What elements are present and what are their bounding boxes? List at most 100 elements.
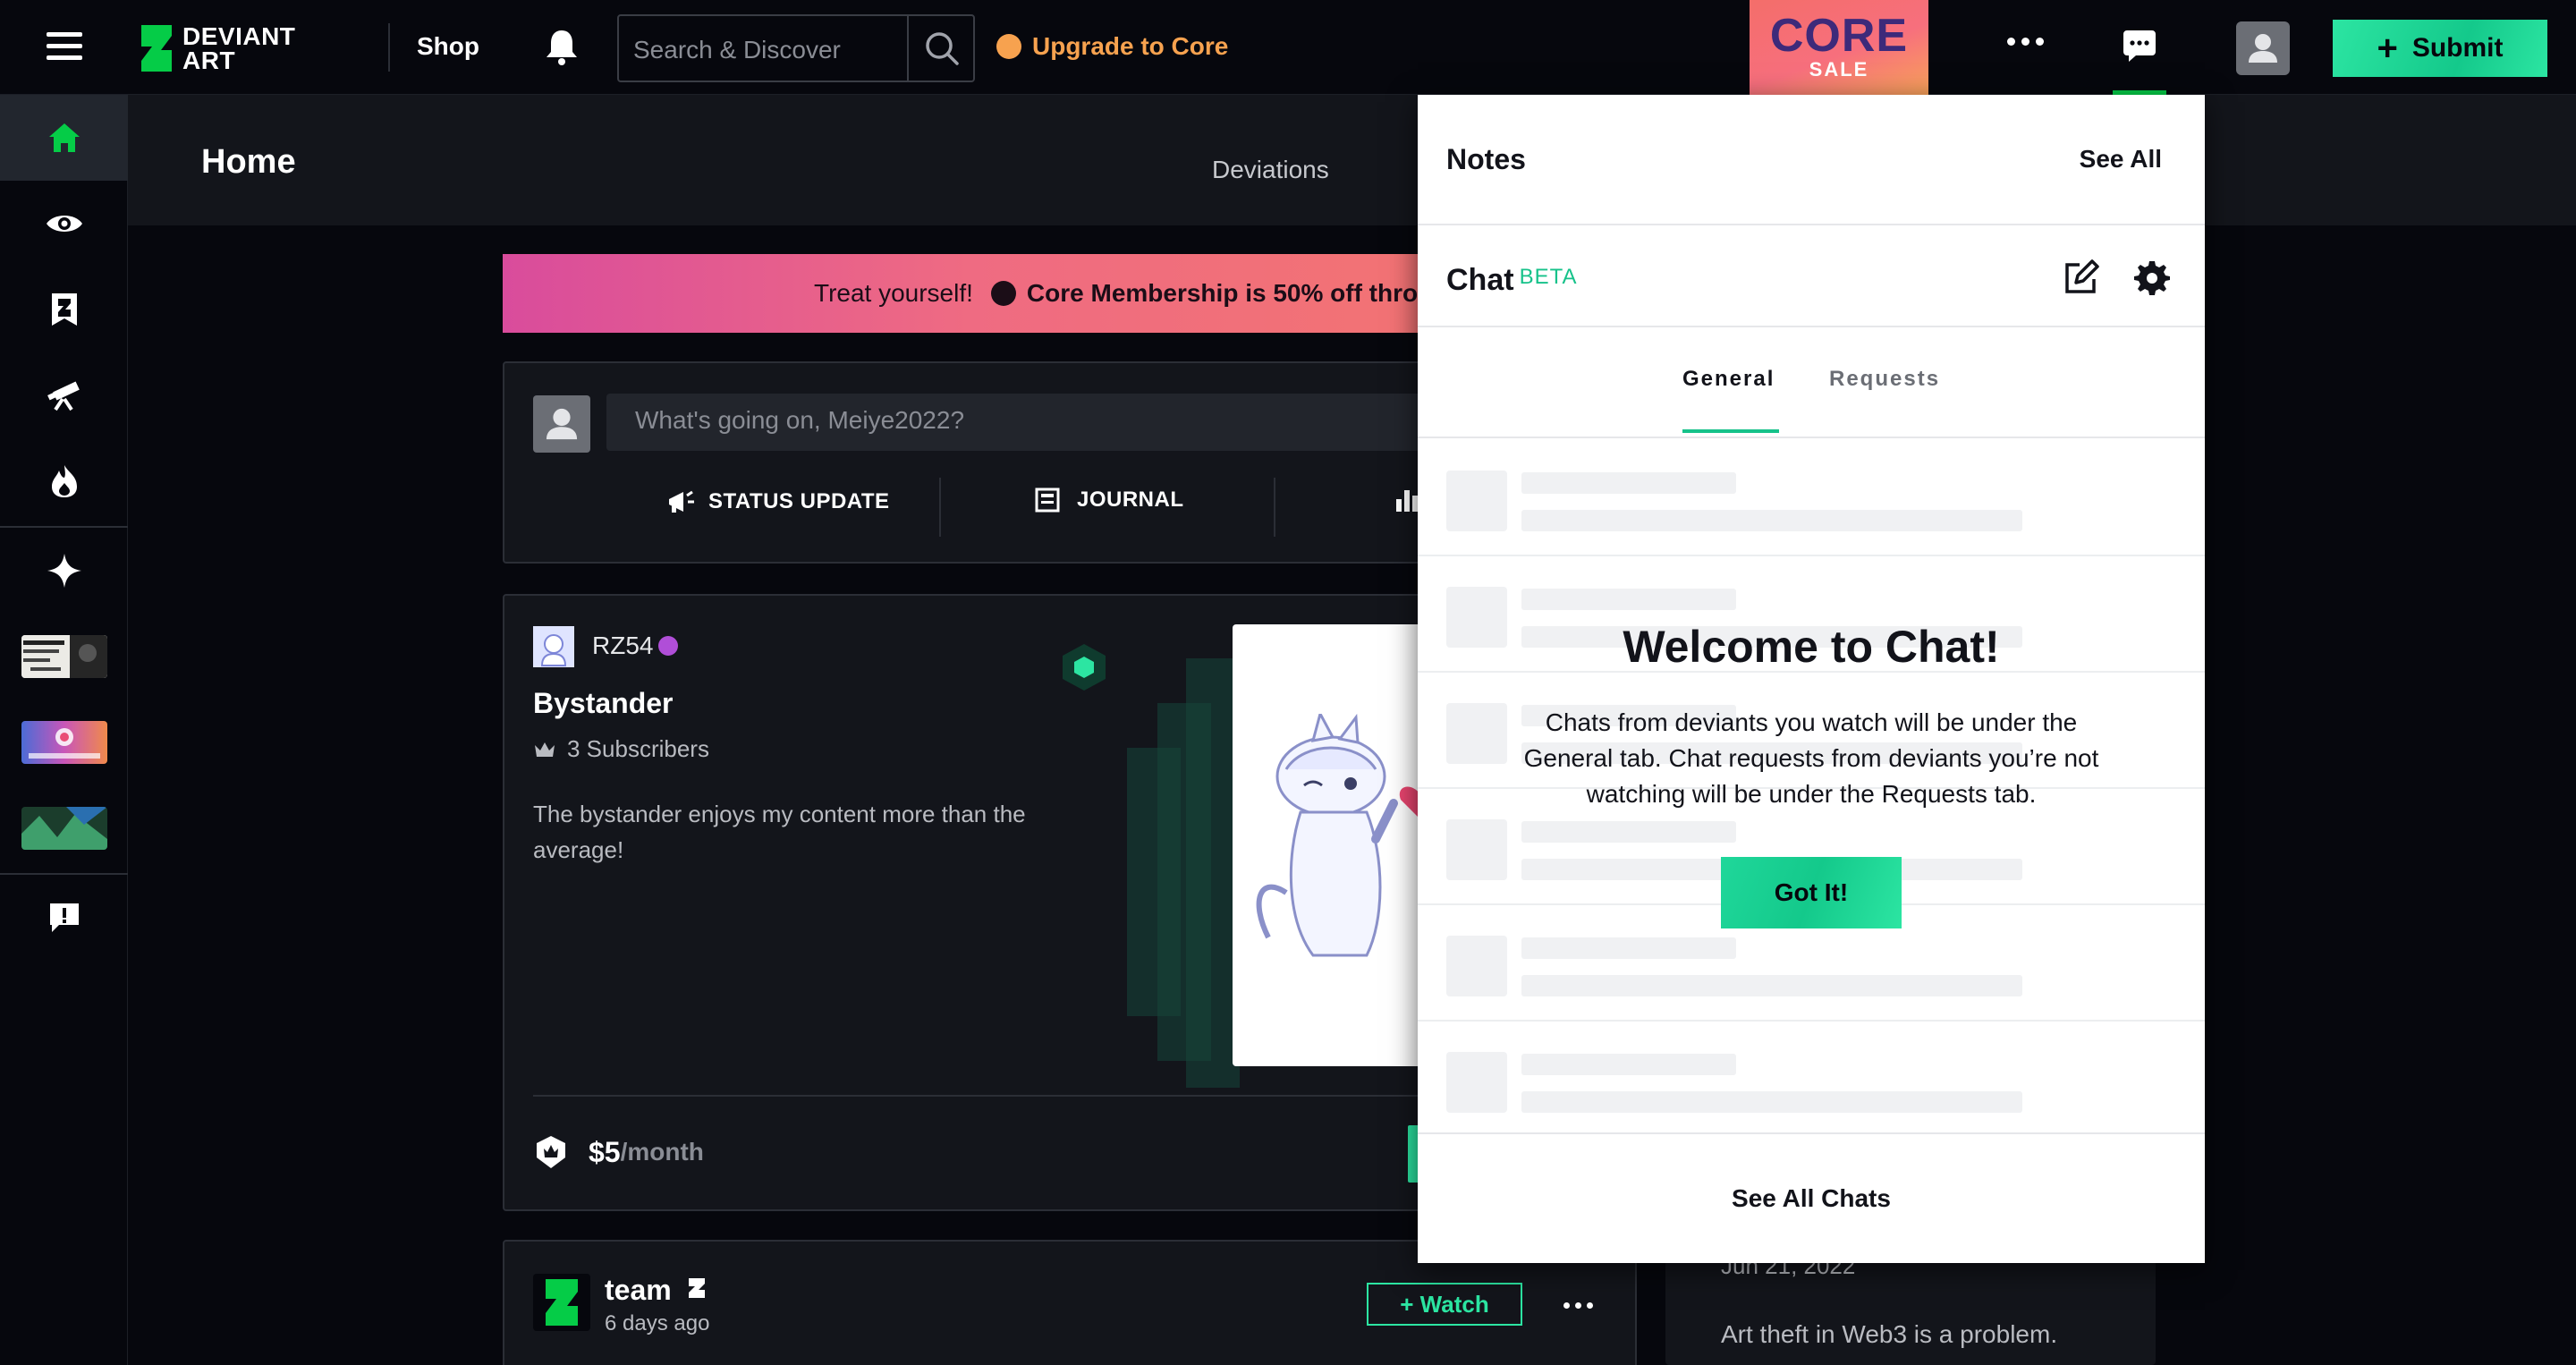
poll-button[interactable] — [1394, 487, 1420, 513]
group-thumb-3[interactable] — [21, 807, 107, 850]
price-period: /month — [620, 1138, 704, 1166]
left-sidebar — [0, 95, 128, 1365]
topbar-divider — [388, 23, 390, 72]
team-avatar[interactable] — [533, 1274, 590, 1331]
subscriber-count: 3 Subscribers — [567, 735, 709, 762]
logo-text-line1: DEVIANT — [182, 22, 296, 50]
hexagon-badge-icon — [1063, 644, 1106, 691]
got-it-button[interactable]: Got It! — [1721, 857, 1902, 928]
group-thumb-1-image — [21, 635, 107, 678]
telescope-icon — [47, 381, 80, 411]
core-sale-title: CORE — [1769, 10, 1909, 62]
promo-offer: Core Membership is 50% off throu — [1026, 279, 1434, 307]
feedback-icon — [49, 903, 79, 932]
journal-label: JOURNAL — [1077, 488, 1184, 512]
sidebar-item-popular[interactable] — [0, 438, 128, 524]
chat-button[interactable] — [2113, 18, 2166, 95]
chat-skeleton-row — [1418, 1022, 2205, 1138]
tab-deviations[interactable]: Deviations — [1212, 156, 1329, 184]
flame-icon — [51, 465, 77, 497]
tier-description: The bystander enjoys my content more tha… — [533, 801, 1026, 863]
tab-requests[interactable]: Requests — [1829, 367, 1940, 392]
article-excerpt[interactable]: Art theft in Web3 is a problem. — [1721, 1315, 2150, 1354]
right-column-card: Jun 21, 2022 Art theft in Web3 is a prob… — [1665, 1252, 2156, 1365]
hamburger-menu-icon[interactable] — [47, 32, 82, 63]
sidebar-item-home[interactable] — [0, 95, 128, 181]
tab-general[interactable]: General — [1682, 367, 1775, 392]
subscription-shield-icon — [537, 1136, 565, 1168]
logo-text-line2: ART — [182, 47, 236, 74]
sidebar-item-feedback[interactable] — [0, 875, 128, 961]
bar-chart-icon — [1396, 490, 1418, 512]
home-icon — [48, 123, 80, 152]
megaphone-icon — [669, 490, 694, 513]
notes-see-all-link[interactable]: See All — [2080, 145, 2162, 174]
deviantart-logo-icon — [546, 1279, 578, 1326]
notes-title: Notes — [1446, 143, 1526, 175]
group-thumb-2[interactable] — [21, 721, 107, 764]
group-thumb-3-image — [21, 807, 107, 850]
group-thumb-1[interactable] — [21, 635, 107, 678]
search-input[interactable] — [633, 34, 902, 66]
username[interactable]: RZ54 — [592, 632, 653, 660]
chat-tabs: General Requests — [1418, 327, 2205, 438]
top-bar: DEVIANT ART Shop Upgrade to Core CORE SA… — [0, 0, 2576, 95]
sidebar-item-deviantart[interactable] — [0, 267, 128, 352]
sidebar-item-discover[interactable] — [0, 352, 128, 438]
see-all-chats-link[interactable]: See All Chats — [1418, 1132, 2205, 1263]
action-divider — [939, 478, 941, 537]
submit-label: Submit — [2411, 33, 2504, 63]
compose-edit-icon[interactable] — [2062, 259, 2099, 297]
watch-button[interactable]: + Watch — [1367, 1283, 1522, 1326]
welcome-title: Welcome to Chat! — [1623, 622, 2000, 672]
rz54-avatar[interactable] — [533, 626, 574, 667]
notes-header: Notes See All — [1418, 95, 2205, 225]
more-options-icon[interactable] — [2007, 38, 2044, 46]
beta-badge: BETA — [1519, 265, 1578, 289]
price-amount: $5 — [589, 1135, 621, 1168]
user-silhouette-icon — [546, 408, 578, 440]
journal-button[interactable]: JOURNAL — [1034, 487, 1184, 513]
search-box — [617, 14, 975, 82]
upgrade-to-core-link[interactable]: Upgrade to Core — [996, 32, 1228, 61]
gear-icon[interactable] — [2133, 259, 2171, 297]
team-name[interactable]: team — [605, 1274, 672, 1306]
deviantart-bookmark-icon — [51, 293, 77, 326]
page-title: Home — [201, 143, 296, 181]
bell-icon[interactable] — [542, 27, 581, 66]
user-silhouette-icon — [2249, 34, 2277, 63]
status-update-button[interactable]: STATUS UPDATE — [665, 487, 890, 517]
welcome-body: Chats from deviants you watch will be un… — [1523, 708, 2099, 808]
shop-link[interactable]: Shop — [417, 32, 479, 61]
search-button[interactable] — [907, 16, 973, 81]
post-more-options-icon[interactable] — [1563, 1302, 1593, 1309]
sidebar-item-spotlight[interactable] — [0, 528, 128, 614]
sparkle-icon — [47, 554, 81, 588]
tab-active-indicator — [1682, 429, 1779, 433]
welcome-to-chat-dialog: Welcome to Chat! Chats from deviants you… — [1418, 621, 2205, 928]
core-star-icon — [990, 281, 1016, 306]
rz54-avatar-image — [533, 626, 574, 667]
tier-price: $5/month — [533, 1134, 704, 1170]
notes-chat-popover: Notes See All Chat BETA General Requests… — [1418, 95, 2205, 1263]
chat-header: Chat BETA — [1418, 225, 2205, 327]
sidebar-item-watch[interactable] — [0, 181, 128, 267]
chat-bubble-icon — [2123, 30, 2156, 62]
action-divider-2 — [1274, 478, 1275, 537]
deviantart-logo-icon — [141, 25, 172, 72]
tier-title: Bystander — [533, 687, 674, 719]
deviantart-logo[interactable]: DEVIANT ART — [140, 21, 295, 75]
core-member-badge-icon — [658, 636, 679, 656]
chat-skeleton-row — [1418, 440, 2205, 556]
user-avatar[interactable] — [2236, 21, 2290, 75]
main-header: Home Deviations — [128, 95, 2576, 225]
submit-button[interactable]: + Submit — [2333, 20, 2547, 77]
group-thumb-2-image — [21, 721, 107, 764]
eye-icon — [46, 216, 82, 232]
core-sale-banner[interactable]: CORE SALE — [1750, 0, 1928, 95]
post-timestamp: 6 days ago — [605, 1311, 710, 1335]
deviantart-staff-icon — [688, 1278, 705, 1298]
crown-icon — [535, 742, 555, 757]
chat-title: Chat — [1446, 263, 1514, 297]
core-sale-subtitle: SALE — [1809, 58, 1869, 81]
